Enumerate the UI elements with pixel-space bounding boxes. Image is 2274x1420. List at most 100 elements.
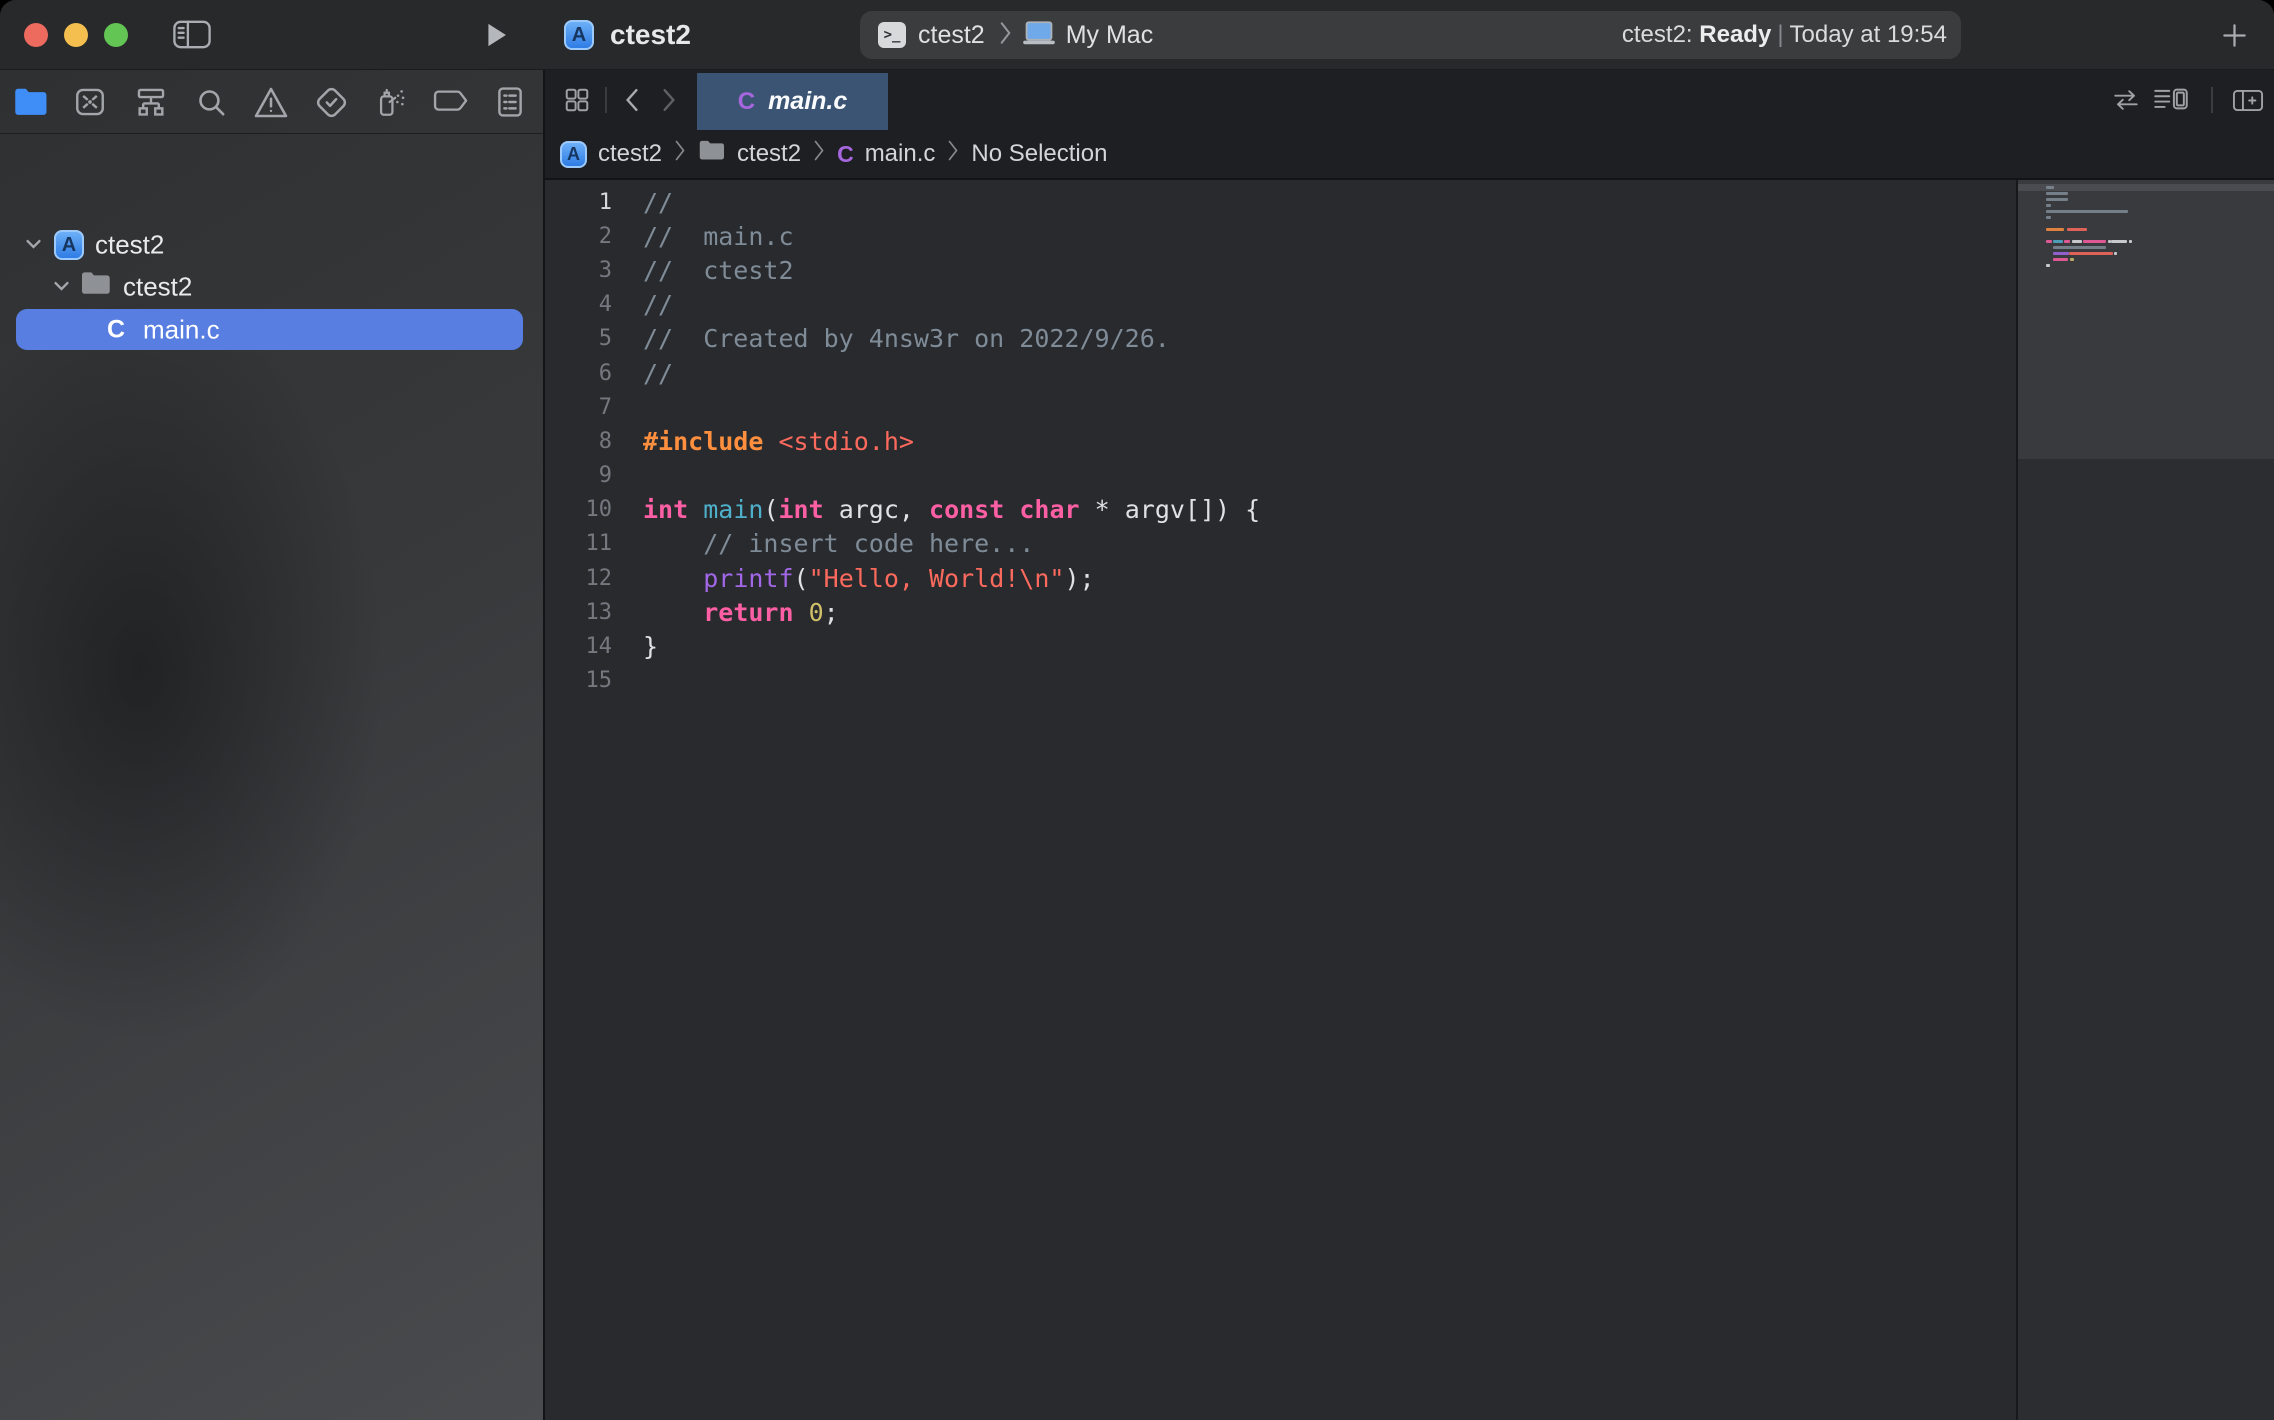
report-navigator-icon[interactable] xyxy=(492,84,528,120)
line-number: 2 xyxy=(545,224,612,249)
code-line: 9 xyxy=(545,459,2016,493)
divider xyxy=(605,87,607,113)
code-text: // insert code here... xyxy=(643,529,1034,558)
jumpbar-selection[interactable]: No Selection xyxy=(971,140,1107,168)
library-add-button[interactable] xyxy=(2221,22,2248,54)
minimap-bar xyxy=(2046,264,2050,267)
line-number: 6 xyxy=(545,361,612,386)
minimap-bar xyxy=(2046,186,2054,189)
code-pane[interactable]: 1//2// main.c3// ctest24//5// Created by… xyxy=(545,180,2016,1420)
zoom-button[interactable] xyxy=(104,23,128,47)
issue-navigator-icon[interactable] xyxy=(253,84,289,120)
minimap-bar xyxy=(2053,246,2106,249)
find-navigator-icon[interactable] xyxy=(193,84,229,120)
code-text: // xyxy=(643,188,673,217)
close-button[interactable] xyxy=(24,23,48,47)
tree-file-label: main.c xyxy=(143,314,220,345)
disclosure-chevron-icon[interactable] xyxy=(24,230,43,261)
minimap-bar xyxy=(2046,198,2068,201)
jumpbar-group[interactable]: ctest2 xyxy=(737,140,801,168)
code-text: // Created by 4nsw3r on 2022/9/26. xyxy=(643,324,1170,353)
source-control-navigator-icon[interactable] xyxy=(72,84,108,120)
tab-label: main.c xyxy=(768,87,847,116)
tree-group-label: ctest2 xyxy=(123,272,192,303)
line-number: 15 xyxy=(545,668,612,693)
line-number: 9 xyxy=(545,463,612,488)
chevron-right-icon xyxy=(674,139,686,169)
navigator-bar xyxy=(0,70,543,134)
minimap-bar xyxy=(2070,258,2074,261)
source-editor[interactable]: 1//2// main.c3// ctest24//5// Created by… xyxy=(545,180,2274,1420)
minimap-viewport xyxy=(2018,180,2274,459)
line-number: 11 xyxy=(545,531,612,556)
minimap-bar xyxy=(2046,216,2051,219)
code-text: int main(int argc, const char * argv[]) … xyxy=(643,495,1260,524)
debug-navigator-icon[interactable] xyxy=(373,84,409,120)
divider xyxy=(2211,87,2213,113)
minimap-bar xyxy=(2046,240,2052,243)
tree-row-file-selected[interactable]: C main.c xyxy=(16,309,523,350)
line-number: 8 xyxy=(545,429,612,454)
code-line: 15 xyxy=(545,664,2016,698)
line-number: 7 xyxy=(545,395,612,420)
run-button[interactable] xyxy=(484,21,508,54)
code-text: // main.c xyxy=(643,222,794,251)
code-line: 1// xyxy=(545,185,2016,219)
test-navigator-icon[interactable] xyxy=(313,84,349,120)
mac-destination-icon xyxy=(1022,20,1056,51)
folder-icon xyxy=(80,271,112,304)
minimap-bar xyxy=(2111,240,2127,243)
breakpoint-navigator-icon[interactable] xyxy=(433,84,469,120)
code-line: 11 // insert code here... xyxy=(545,527,2016,561)
project-navigator-icon[interactable] xyxy=(13,84,49,120)
scheme-destination[interactable]: My Mac xyxy=(1066,21,1154,50)
tree-row-group[interactable]: ctest2 xyxy=(0,265,543,309)
line-number: 13 xyxy=(545,600,612,625)
toolbar: A ctest2 >_ ctest2 My Mac ctest2: Ready|… xyxy=(0,0,2274,70)
line-number: 10 xyxy=(545,497,612,522)
line-number: 5 xyxy=(545,326,612,351)
jumpbar-project[interactable]: ctest2 xyxy=(598,140,662,168)
tree-project-label: ctest2 xyxy=(95,230,164,261)
c-file-icon: C xyxy=(837,141,854,168)
code-line: 12 printf("Hello, World!\n"); xyxy=(545,561,2016,595)
line-number: 4 xyxy=(545,292,612,317)
code-line: 10 int main(int argc, const char * argv[]… xyxy=(545,493,2016,527)
jump-bar: A ctest2 ctest2 C main.c No Selection xyxy=(545,130,2274,180)
minimap-bar xyxy=(2053,258,2068,261)
editor-options-icon[interactable] xyxy=(2151,85,2191,118)
minimize-button[interactable] xyxy=(64,23,88,47)
code-line: 13 return 0; xyxy=(545,595,2016,629)
jumpbar-file[interactable]: main.c xyxy=(865,140,936,168)
scheme-target[interactable]: ctest2 xyxy=(918,21,985,50)
chevron-right-icon xyxy=(947,139,959,169)
code-text: return 0; xyxy=(643,598,839,627)
toggle-sidebar-icon[interactable] xyxy=(171,18,213,56)
tree-row-project[interactable]: A ctest2 xyxy=(0,223,543,267)
minimap-bar xyxy=(2046,228,2064,231)
code-review-icon[interactable] xyxy=(2111,87,2141,118)
code-line: 8#include <stdio.h> xyxy=(545,424,2016,458)
tab-main-c[interactable]: C main.c xyxy=(697,73,888,130)
activity-status[interactable]: ctest2: Ready|Today at 19:54 xyxy=(1622,21,1947,49)
code-line: 5 // Created by 4nsw3r on 2022/9/26. xyxy=(545,322,2016,356)
line-number: 3 xyxy=(545,258,612,283)
code-line: 7 xyxy=(545,390,2016,424)
code-text: // xyxy=(643,359,673,388)
code-text: // xyxy=(643,290,673,319)
go-forward-icon[interactable] xyxy=(658,88,680,117)
minimap[interactable] xyxy=(2016,180,2274,1420)
minimap-bar xyxy=(2083,240,2106,243)
add-editor-icon[interactable] xyxy=(2231,87,2265,119)
code-line: 4 // xyxy=(545,288,2016,322)
disclosure-chevron-icon[interactable] xyxy=(52,272,71,303)
navigator-sidebar: A ctest2 ctest2 C main.c xyxy=(0,70,545,1420)
related-items-icon[interactable] xyxy=(563,86,591,119)
c-file-icon: C xyxy=(738,88,755,116)
xcode-window: A ctest2 >_ ctest2 My Mac ctest2: Ready|… xyxy=(0,0,2274,1420)
go-back-icon[interactable] xyxy=(621,88,643,117)
minimap-bar xyxy=(2053,252,2069,255)
chevron-right-icon xyxy=(999,21,1012,50)
minimap-bar xyxy=(2046,192,2068,195)
symbol-navigator-icon[interactable] xyxy=(133,84,169,120)
